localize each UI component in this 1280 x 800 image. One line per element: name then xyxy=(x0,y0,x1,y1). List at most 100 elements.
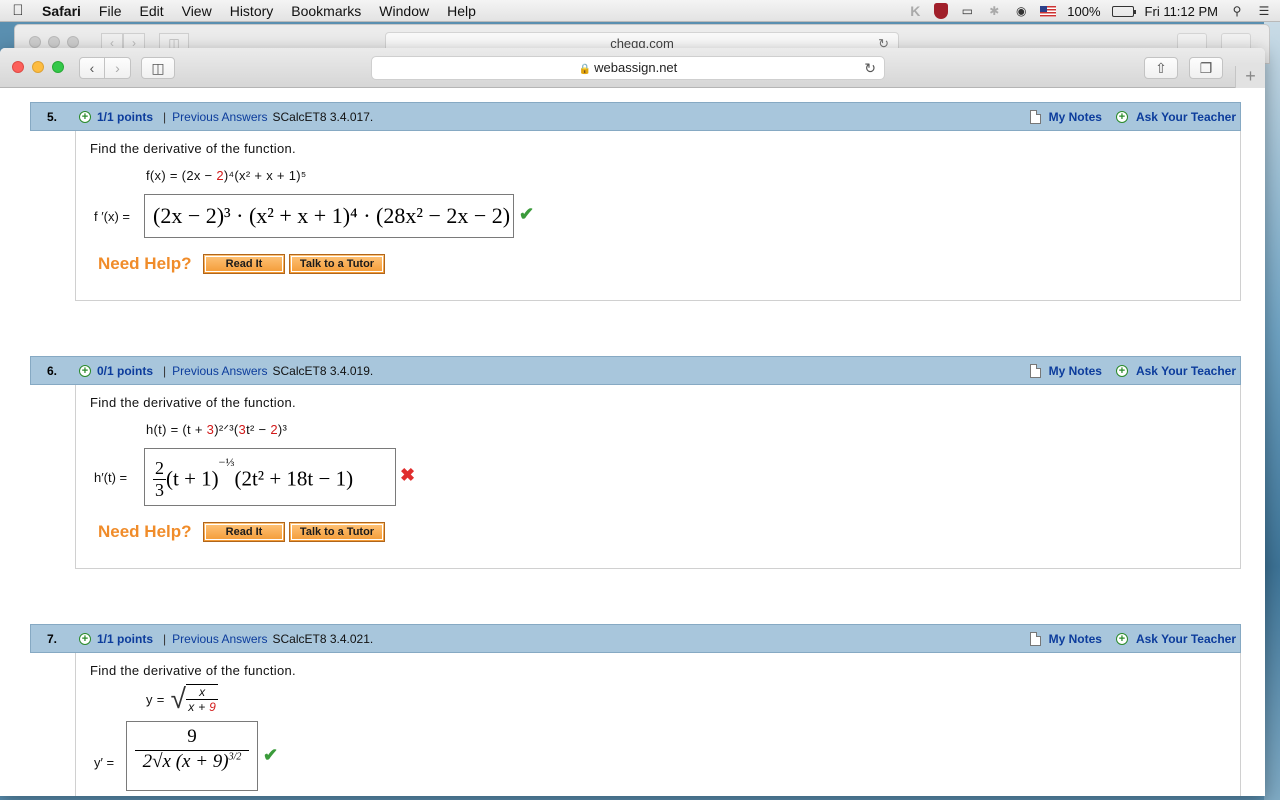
points-link[interactable]: 1/1 points xyxy=(97,110,153,124)
share-button[interactable]: ⇧ xyxy=(1144,57,1178,79)
previous-answers-link[interactable]: Previous Answers xyxy=(172,364,267,378)
menu-edit[interactable]: Edit xyxy=(130,3,172,19)
read-it-button[interactable]: Read It xyxy=(203,522,285,542)
answer-denominator: 3 xyxy=(155,479,164,500)
new-tab-button[interactable]: + xyxy=(1235,66,1265,88)
sidebar-button[interactable]: ◫ xyxy=(141,57,175,79)
keyboard-maestro-icon[interactable]: K xyxy=(907,4,923,18)
function-expression: h(t) = (t + 3)²ᐟ³(3t² − 2)³ xyxy=(146,422,288,437)
battery-percent: 100% xyxy=(1067,3,1101,19)
question-body: Find the derivative of the function. y =… xyxy=(75,653,1241,796)
wifi-icon[interactable]: ◉ xyxy=(1013,4,1029,18)
answer-box[interactable]: 9 2√x (x + 9)3/2 xyxy=(126,721,258,791)
question-5: 5. + 1/1 points | Previous Answers SCalc… xyxy=(30,102,1241,301)
question-prompt: Find the derivative of the function. xyxy=(90,663,296,678)
apple-menu-icon[interactable]:  xyxy=(0,2,36,19)
function-expression: f(x) = (2x − 2)⁴(x² + x + 1)⁵ xyxy=(146,168,307,183)
answer-label: h′(t) = xyxy=(94,470,128,485)
show-all-tabs-button[interactable]: ❐ xyxy=(1189,57,1223,79)
notes-icon xyxy=(1029,631,1041,646)
chevron-right-icon: › xyxy=(115,60,120,76)
webassign-page: 5. + 1/1 points | Previous Answers SCalc… xyxy=(0,88,1265,796)
previous-answers-link[interactable]: Previous Answers xyxy=(172,632,267,646)
answer-label: y′ = xyxy=(94,755,115,770)
incorrect-x-icon: ✖ xyxy=(400,465,416,485)
url-text: webassign.net xyxy=(594,60,678,75)
lock-icon: 🔒 xyxy=(578,64,592,75)
question-number: 5. xyxy=(46,109,57,124)
answer-exponent: −⅓ xyxy=(218,455,235,469)
question-header: 7. + 1/1 points | Previous Answers SCalc… xyxy=(30,624,1241,653)
answer-expression: (2x − 2)³ · (x² + x + 1)⁴ · (28x² − 2x −… xyxy=(153,203,511,228)
question-7: 7. + 1/1 points | Previous Answers SCalc… xyxy=(30,624,1241,796)
talk-to-tutor-button[interactable]: Talk to a Tutor xyxy=(289,522,385,542)
airplay-icon[interactable]: ▭ xyxy=(959,4,975,18)
zoom-window-button[interactable] xyxy=(52,61,64,73)
previous-answers-link[interactable]: Previous Answers xyxy=(172,110,267,124)
menu-app-name[interactable]: Safari xyxy=(36,3,90,19)
input-source-flag-icon[interactable] xyxy=(1040,5,1057,17)
points-link[interactable]: 0/1 points xyxy=(97,364,153,378)
reload-button[interactable]: ↻ xyxy=(864,57,876,79)
my-notes-link[interactable]: My Notes xyxy=(1049,364,1102,378)
browser-toolbar: ‹ › ◫ 🔒 webassign.net ↻ ⇧ ❐ + xyxy=(0,48,1265,88)
question-header: 5. + 1/1 points | Previous Answers SCalc… xyxy=(30,102,1241,131)
minimize-window-button[interactable] xyxy=(32,61,44,73)
address-bar[interactable]: 🔒 webassign.net ↻ xyxy=(371,56,885,80)
forward-button[interactable]: › xyxy=(105,57,131,79)
points-link[interactable]: 1/1 points xyxy=(97,632,153,646)
menu-clock[interactable]: Fri 11:12 PM xyxy=(1145,4,1218,19)
bluetooth-icon[interactable]: ✱ xyxy=(986,4,1002,18)
question-code: SCalcET8 3.4.021. xyxy=(272,631,374,646)
read-it-button[interactable]: Read It xyxy=(203,254,285,274)
my-notes-link[interactable]: My Notes xyxy=(1049,632,1102,646)
notification-center-icon[interactable]: ☰ xyxy=(1256,4,1272,18)
correct-check-icon: ✔ xyxy=(263,745,279,765)
menu-file[interactable]: File xyxy=(90,3,131,19)
menu-history[interactable]: History xyxy=(221,3,283,19)
close-window-button[interactable] xyxy=(12,61,24,73)
expand-plus-icon[interactable]: + xyxy=(79,110,91,123)
correct-check-icon: ✔ xyxy=(519,204,535,224)
expand-plus-icon[interactable]: + xyxy=(79,364,91,377)
menu-view[interactable]: View xyxy=(173,3,221,19)
answer-numerator: 2 xyxy=(153,457,166,480)
battery-icon[interactable] xyxy=(1111,5,1136,17)
menu-help[interactable]: Help xyxy=(438,3,485,19)
question-number: 7. xyxy=(46,631,57,646)
question-body: Find the derivative of the function. f(x… xyxy=(75,131,1241,301)
question-code: SCalcET8 3.4.019. xyxy=(272,363,374,378)
my-notes-link[interactable]: My Notes xyxy=(1049,110,1102,124)
shield-icon[interactable] xyxy=(934,3,949,19)
question-number: 6. xyxy=(46,363,57,378)
notes-icon xyxy=(1029,363,1041,378)
question-prompt: Find the derivative of the function. xyxy=(90,141,296,156)
answer-box[interactable]: (2x − 2)³ · (x² + x + 1)⁴ · (28x² − 2x −… xyxy=(144,194,514,238)
sqrt-symbol: √ xyxy=(170,683,187,714)
spotlight-search-icon[interactable]: ⚲ xyxy=(1229,4,1245,18)
answer-numerator: 9 xyxy=(135,726,249,751)
ask-your-teacher-link[interactable]: Ask Your Teacher xyxy=(1136,110,1236,124)
question-header: 6. + 0/1 points | Previous Answers SCalc… xyxy=(30,356,1241,385)
expand-plus-icon[interactable]: + xyxy=(79,632,91,645)
desktop-background xyxy=(1264,22,1280,800)
need-help-label: Need Help? xyxy=(98,254,192,273)
answer-factor: (2t² + 18t − 1) xyxy=(234,466,354,491)
answer-label: f ′(x) = xyxy=(94,209,131,224)
answer-denominator-exponent: 3/2 xyxy=(228,751,242,763)
back-button[interactable]: ‹ xyxy=(79,57,105,79)
ask-your-teacher-link[interactable]: Ask Your Teacher xyxy=(1136,364,1236,378)
question-prompt: Find the derivative of the function. xyxy=(90,395,296,410)
menu-bookmarks[interactable]: Bookmarks xyxy=(282,3,370,19)
question-code: SCalcET8 3.4.017. xyxy=(272,109,374,124)
ask-teacher-plus-icon: + xyxy=(1115,632,1128,645)
answer-box[interactable]: 2 3 (t + 1)−⅓(2t² + 18t − 1) xyxy=(144,448,396,506)
talk-to-tutor-button[interactable]: Talk to a Tutor xyxy=(289,254,385,274)
background-window-controls xyxy=(29,36,79,48)
question-body: Find the derivative of the function. h(t… xyxy=(75,385,1241,569)
ask-your-teacher-link[interactable]: Ask Your Teacher xyxy=(1136,632,1236,646)
menu-window[interactable]: Window xyxy=(370,3,438,19)
ask-teacher-plus-icon: + xyxy=(1115,364,1128,377)
answer-base: (t + 1) xyxy=(166,466,219,491)
notes-icon xyxy=(1029,109,1041,124)
